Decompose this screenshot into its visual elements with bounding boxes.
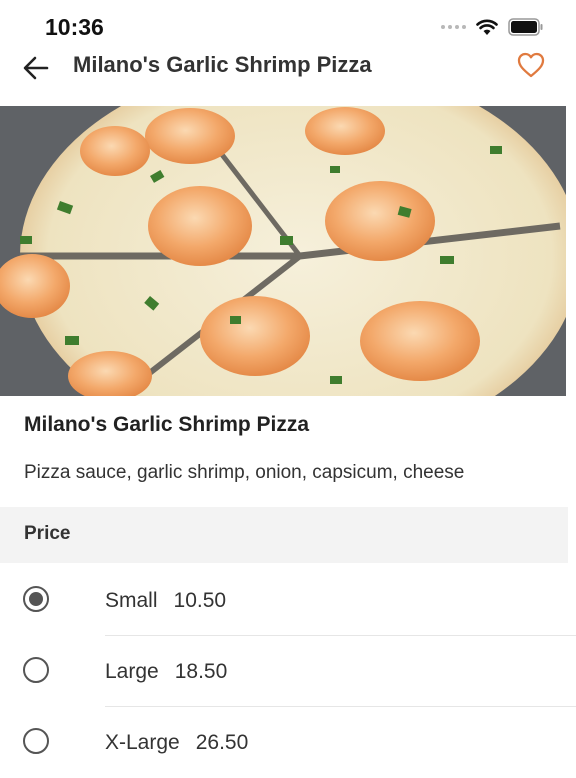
- price-option-large[interactable]: Large 18.50: [0, 636, 576, 707]
- pizza-image: [0, 106, 566, 396]
- option-price: 18.50: [174, 660, 228, 683]
- option-label: Large 18.50: [105, 660, 227, 684]
- radio-selected-icon[interactable]: [23, 586, 49, 612]
- price-header-label: Price: [24, 523, 71, 544]
- status-time: 10:36: [45, 14, 104, 40]
- signal-icon: [441, 25, 466, 29]
- price-option-x-large[interactable]: X-Large 26.50: [0, 707, 576, 778]
- favorite-button[interactable]: [514, 48, 548, 82]
- wifi-icon: [476, 19, 498, 35]
- price-option-small[interactable]: Small 10.50: [0, 565, 576, 636]
- option-size: Large: [105, 660, 159, 683]
- battery-icon: [508, 18, 543, 36]
- page-title: Milano's Garlic Shrimp Pizza: [73, 52, 372, 77]
- status-icons: [441, 18, 544, 36]
- heart-outline-icon: [517, 52, 545, 78]
- option-label: Small 10.50: [105, 589, 226, 613]
- option-size: Small: [105, 589, 158, 612]
- arrow-left-icon: [23, 56, 49, 80]
- option-price: 10.50: [173, 589, 227, 612]
- price-section-header: Price: [0, 507, 568, 563]
- price-options: Small 10.50 Large 18.50 X-Large 26.50: [0, 565, 576, 778]
- status-bar: 10:36: [0, 0, 576, 44]
- option-price: 26.50: [195, 731, 249, 754]
- back-button[interactable]: [18, 50, 54, 86]
- item-title: Milano's Garlic Shrimp Pizza: [24, 413, 310, 436]
- radio-unselected-icon[interactable]: [23, 657, 49, 683]
- nav-bar: Milano's Garlic Shrimp Pizza: [0, 44, 576, 96]
- option-label: X-Large 26.50: [105, 731, 248, 755]
- option-size: X-Large: [105, 731, 180, 754]
- item-description: Pizza sauce, garlic shrimp, onion, capsi…: [24, 462, 465, 483]
- radio-unselected-icon[interactable]: [23, 728, 49, 754]
